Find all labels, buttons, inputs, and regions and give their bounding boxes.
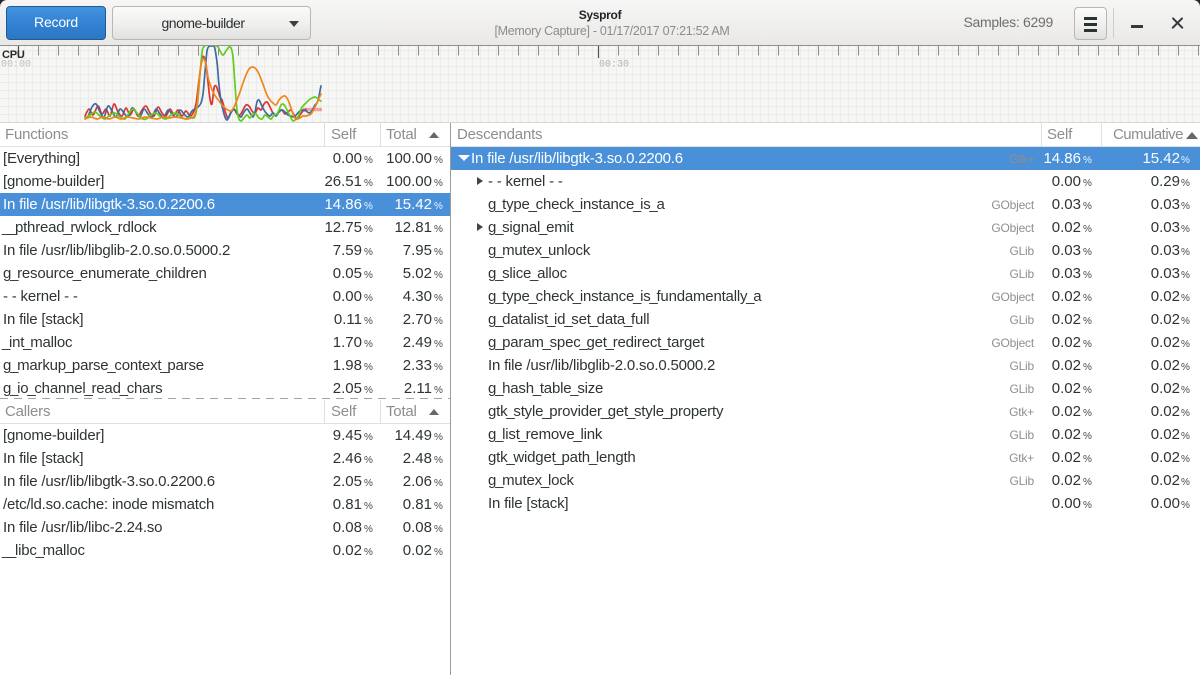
svg-text:00:00: 00:00	[1, 60, 31, 71]
svg-text:00:30: 00:30	[599, 60, 629, 71]
